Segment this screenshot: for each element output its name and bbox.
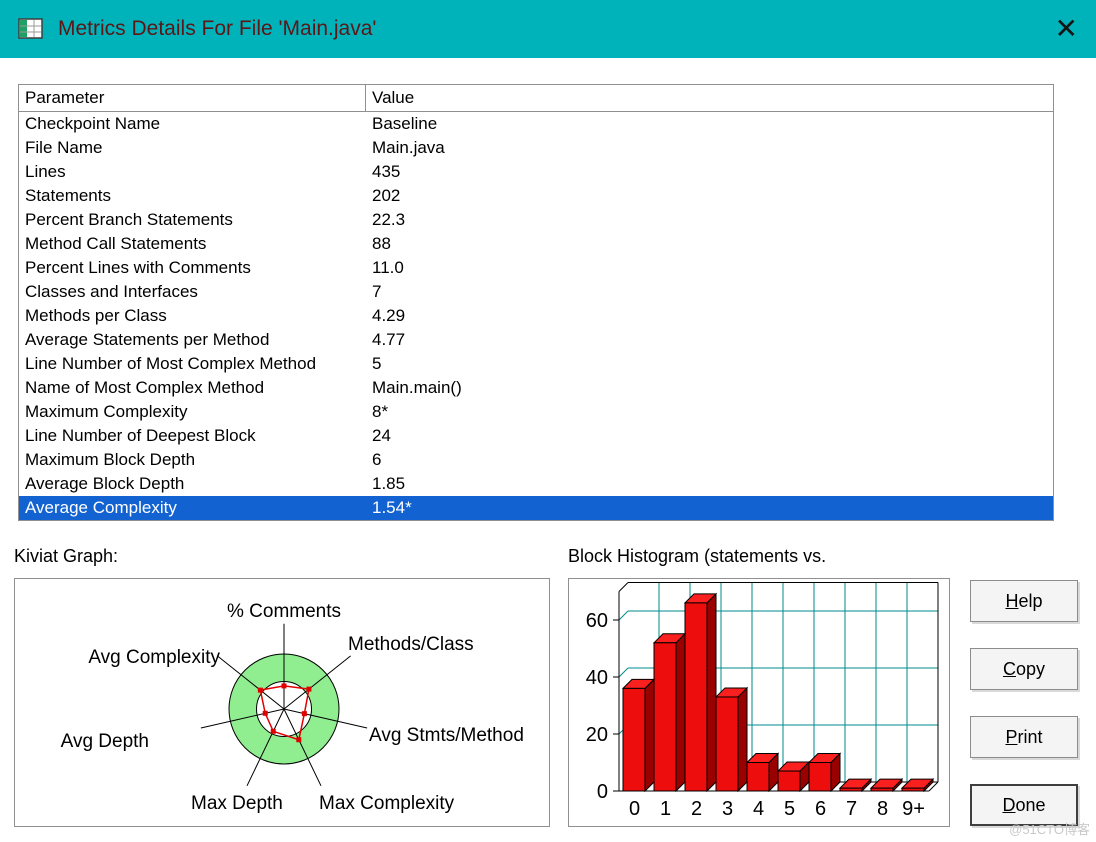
parameter-cell: Methods per Class: [25, 306, 167, 325]
table-row[interactable]: Classes and Interfaces 7: [19, 280, 1053, 304]
column-header-parameter[interactable]: Parameter: [19, 85, 366, 111]
table-row[interactable]: Line Number of Most Complex Method 5: [19, 352, 1053, 376]
svg-text:Avg Depth: Avg Depth: [61, 731, 149, 752]
table-row[interactable]: Methods per Class 4.29: [19, 304, 1053, 328]
window-title: Metrics Details For File 'Main.java': [58, 17, 377, 40]
table-row[interactable]: Method Call Statements 88: [19, 232, 1053, 256]
kiviat-section-label: Kiviat Graph:: [14, 546, 119, 566]
table-row[interactable]: Percent Branch Statements 22.3: [19, 208, 1053, 232]
svg-text:Max Depth: Max Depth: [191, 793, 283, 814]
table-row[interactable]: Checkpoint Name Baseline: [19, 112, 1053, 136]
histogram-section-label: Block Histogram (statements vs.: [568, 546, 827, 566]
parameter-cell: Average Block Depth: [25, 474, 185, 493]
svg-text:0: 0: [597, 781, 608, 803]
kiviat-chart: % Comments Methods/Class Avg Stmts/Method M…: [61, 601, 524, 814]
table-row[interactable]: Average Block Depth 1.85: [19, 472, 1053, 496]
table-row[interactable]: Average Complexity 1.54*: [19, 496, 1053, 520]
svg-text:Avg Stmts/Method: Avg Stmts/Method: [369, 725, 524, 746]
metrics-table: Parameter Value Checkpoint Name Baseline F…: [18, 84, 1054, 521]
value-cell: 8*: [372, 402, 389, 421]
svg-text:% Comments: % Comments: [227, 601, 341, 622]
value-cell: 22.3: [372, 210, 406, 229]
value-cell: 4.29: [372, 306, 406, 325]
svg-text:40: 40: [586, 667, 608, 689]
watermark: @51CTO博客: [1009, 822, 1090, 837]
svg-text:1: 1: [660, 798, 671, 820]
table-header-row: Parameter Value: [19, 85, 1053, 112]
value-cell: 1.85: [372, 474, 406, 493]
parameter-cell: File Name: [25, 138, 103, 157]
value-cell: Baseline: [372, 114, 438, 133]
value-cell: 24: [372, 426, 391, 445]
parameter-cell: Average Complexity: [25, 498, 177, 517]
parameter-cell: Name of Most Complex Method: [25, 378, 265, 397]
value-cell: Main.main(): [372, 378, 462, 397]
table-row[interactable]: Statements 202: [19, 184, 1053, 208]
histogram-chart: 02040600 1 2 3 4 5 6 7 8 9+: [586, 582, 939, 820]
metrics-table-body: Checkpoint Name Baseline File Name Main.jav…: [19, 112, 1053, 520]
value-cell: 6: [372, 450, 382, 469]
svg-text:Max Complexity: Max Complexity: [319, 793, 455, 814]
column-header-value[interactable]: Value: [366, 85, 1053, 111]
table-row[interactable]: Line Number of Deepest Block 24: [19, 424, 1053, 448]
parameter-cell: Maximum Block Depth: [25, 450, 196, 469]
value-cell: 435: [372, 162, 401, 181]
svg-text:60: 60: [586, 610, 608, 632]
print-button[interactable]: Print: [970, 716, 1078, 758]
block-histogram-panel: 0 20 40 60 0 1 2 3 4 5 6 7 8 9+: [568, 578, 950, 827]
svg-text:20: 20: [586, 724, 608, 746]
svg-text:4: 4: [753, 798, 764, 820]
table-row[interactable]: Lines 435: [19, 160, 1053, 184]
svg-text:Methods/Class: Methods/Class: [348, 634, 474, 655]
value-cell: 202: [372, 186, 401, 205]
value-cell: 7: [372, 282, 382, 301]
parameter-cell: Percent Lines with Comments: [25, 258, 251, 277]
parameter-cell: Checkpoint Name: [25, 114, 161, 133]
value-cell: 4.77: [372, 330, 406, 349]
kiviat-graph-panel: % Comments Methods/Class Avg Stmts/Method M…: [14, 578, 550, 827]
parameter-cell: Maximum Complexity: [25, 402, 188, 421]
titlebar: Metrics Details For File 'Main.java' ✕: [0, 0, 1096, 58]
parameter-cell: Statements: [25, 186, 111, 205]
parameter-cell: Average Statements per Method: [25, 330, 270, 349]
svg-text:0: 0: [629, 798, 640, 820]
table-row[interactable]: Average Statements per Method 4.77: [19, 328, 1053, 352]
parameter-cell: Method Call Statements: [25, 234, 207, 253]
parameter-cell: Line Number of Most Complex Method: [25, 354, 317, 373]
svg-text:5: 5: [784, 798, 795, 820]
value-cell: 11.0: [372, 258, 404, 277]
app-icon: [18, 17, 44, 41]
close-icon[interactable]: ✕: [1055, 15, 1078, 43]
parameter-cell: Line Number of Deepest Block: [25, 426, 256, 445]
value-cell: 88: [372, 234, 391, 253]
table-row[interactable]: Maximum Complexity 8*: [19, 400, 1053, 424]
parameter-cell: Classes and Interfaces: [25, 282, 198, 301]
value-cell: Main.java: [372, 138, 445, 157]
help-button[interactable]: Help: [970, 580, 1078, 622]
value-cell: 1.54*: [372, 498, 412, 517]
svg-text:Avg Complexity: Avg Complexity: [88, 647, 220, 668]
table-row[interactable]: Name of Most Complex Method Main.main(): [19, 376, 1053, 400]
parameter-cell: Lines: [25, 162, 66, 181]
svg-text:9+: 9+: [902, 798, 925, 820]
table-row[interactable]: Percent Lines with Comments 11.0: [19, 256, 1053, 280]
svg-text:6: 6: [815, 798, 826, 820]
svg-text:8: 8: [877, 798, 888, 820]
table-row[interactable]: File Name Main.java: [19, 136, 1053, 160]
svg-text:7: 7: [846, 798, 857, 820]
svg-text:3: 3: [722, 798, 733, 820]
copy-button[interactable]: Copy: [970, 648, 1078, 690]
value-cell: 5: [372, 354, 382, 373]
parameter-cell: Percent Branch Statements: [25, 210, 233, 229]
svg-text:2: 2: [691, 798, 702, 820]
table-row[interactable]: Maximum Block Depth 6: [19, 448, 1053, 472]
